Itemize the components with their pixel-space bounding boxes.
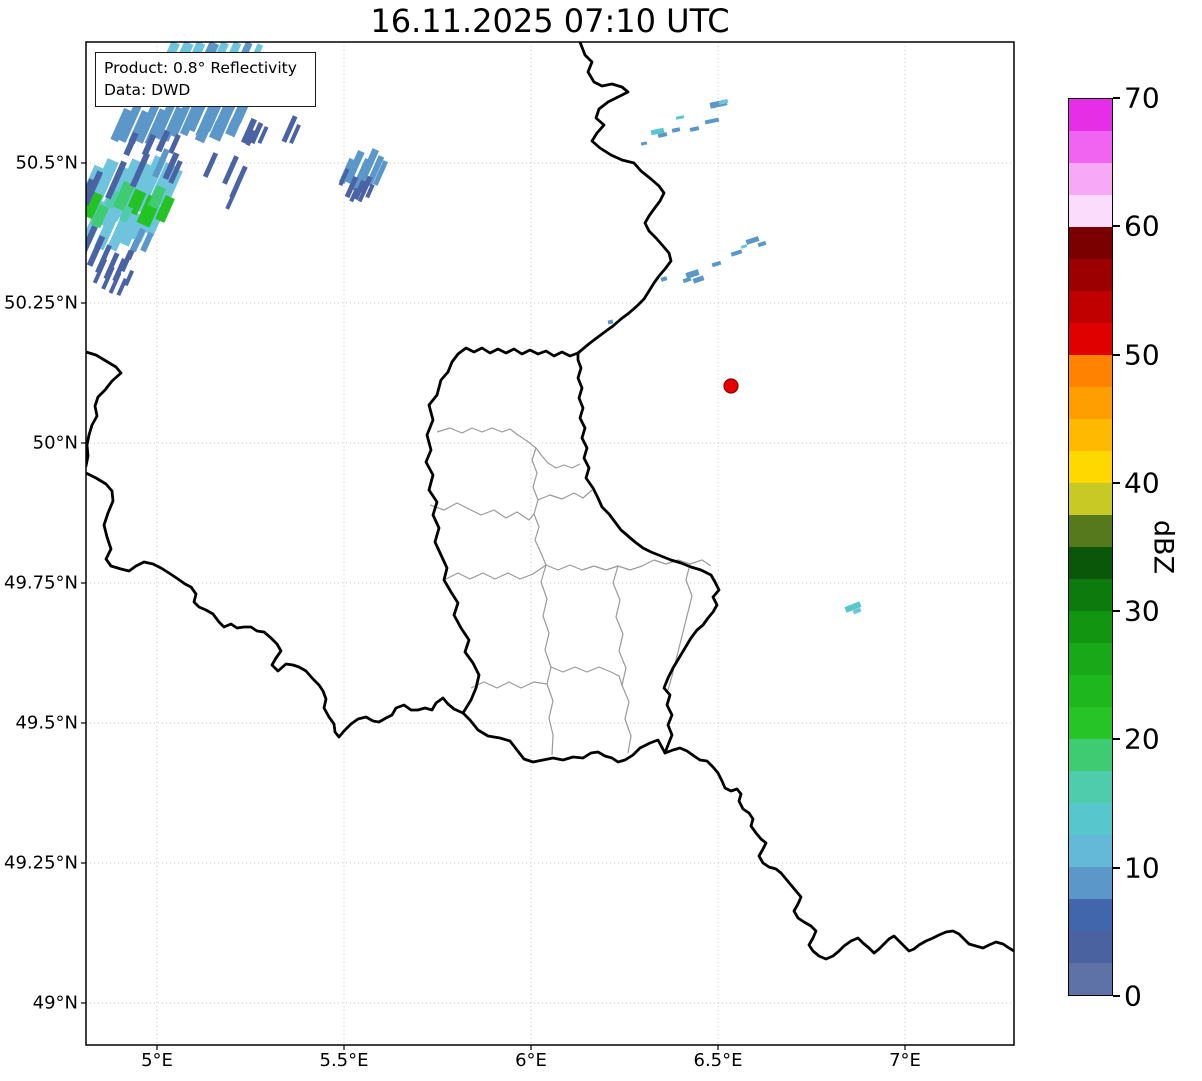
canton-border: [437, 428, 580, 468]
canton-border: [471, 682, 547, 688]
colorbar-segment: [1069, 99, 1112, 131]
weather-radar-figure: { "title": "16.11.2025 07:10 UTC", "lege…: [0, 0, 1202, 1081]
y-tick-label: 49°N: [0, 993, 78, 1014]
radar-site-dot: [724, 379, 738, 393]
country-border: [86, 473, 463, 737]
canton-border: [551, 667, 622, 685]
data-source-label: Data: DWD: [104, 79, 307, 101]
colorbar-tick-mark: [1113, 225, 1120, 227]
colorbar-segment: [1069, 355, 1112, 387]
colorbar-segment: [1069, 451, 1112, 483]
radar-echo: [661, 276, 668, 282]
colorbar-unit-label: dBZ: [1148, 520, 1179, 574]
map-canvas: [0, 0, 1202, 1081]
y-tick-label: 50.5°N: [0, 153, 78, 174]
radar-echo: [741, 244, 748, 249]
x-tick-label: 7°E: [889, 1050, 921, 1071]
canton-border: [541, 565, 553, 755]
colorbar-segment: [1069, 387, 1112, 419]
x-tick-label: 5°E: [141, 1050, 173, 1071]
colorbar-segment: [1069, 611, 1112, 643]
radar-echo: [758, 241, 767, 247]
radar-echo: [731, 249, 743, 256]
colorbar-tick-label: 0: [1124, 980, 1142, 1013]
colorbar-tick-label: 40: [1124, 466, 1160, 499]
colorbar-segment: [1069, 419, 1112, 451]
colorbar-tick-mark: [1113, 354, 1120, 356]
colorbar-tick-label: 10: [1124, 851, 1160, 884]
radar-echo: [746, 236, 760, 245]
map-info-box: Product: 0.8° Reflectivity Data: DWD: [95, 52, 316, 107]
colorbar-segment: [1069, 803, 1112, 835]
colorbar-tick-mark: [1113, 995, 1120, 997]
colorbar-tick-label: 30: [1124, 595, 1160, 628]
colorbar-segment: [1069, 835, 1112, 867]
canton-border: [613, 566, 631, 753]
y-tick-label: 50°N: [0, 433, 78, 454]
colorbar-segment: [1069, 227, 1112, 259]
colorbar-tick-label: 20: [1124, 723, 1160, 756]
y-tick-label: 49.25°N: [0, 853, 78, 874]
colorbar-segment: [1069, 643, 1112, 675]
radar-echo: [203, 152, 218, 178]
colorbar-tick-mark: [1113, 610, 1120, 612]
colorbar-segment: [1069, 963, 1112, 995]
colorbar-tick-label: 70: [1124, 82, 1160, 115]
canton-border: [444, 560, 711, 580]
radar-echo: [222, 155, 239, 184]
colorbar-tick-mark: [1113, 482, 1120, 484]
radar-echo: [641, 141, 647, 145]
map-frame: [86, 42, 1014, 1045]
country-border: [578, 42, 671, 353]
radar-echo: [705, 118, 720, 125]
colorbar-segment: [1069, 547, 1112, 579]
radar-echo: [225, 186, 238, 210]
colorbar-tick-mark: [1113, 867, 1120, 869]
country-border: [426, 348, 719, 762]
colorbar-segment: [1069, 483, 1112, 515]
colorbar-segment: [1069, 675, 1112, 707]
country-border: [86, 352, 121, 466]
colorbar-segment: [1069, 163, 1112, 195]
colorbar-segment: [1069, 291, 1112, 323]
colorbar-segment: [1069, 131, 1112, 163]
x-tick-label: 5.5°E: [320, 1050, 369, 1071]
colorbar-segment: [1069, 323, 1112, 355]
canton-border: [532, 448, 546, 565]
colorbar: [1068, 98, 1113, 996]
colorbar-segment: [1069, 195, 1112, 227]
radar-echo: [690, 126, 700, 132]
product-label: Product: 0.8° Reflectivity: [104, 57, 307, 79]
x-tick-label: 6°E: [515, 1050, 547, 1071]
colorbar-segment: [1069, 771, 1112, 803]
colorbar-tick-label: 60: [1124, 210, 1160, 243]
colorbar-segment: [1069, 707, 1112, 739]
x-tick-label: 6.5°E: [694, 1050, 743, 1071]
canton-border: [538, 490, 592, 500]
colorbar-segment: [1069, 579, 1112, 611]
colorbar-tick-mark: [1113, 97, 1120, 99]
y-tick-label: 49.5°N: [0, 713, 78, 734]
radar-echo: [692, 275, 704, 283]
colorbar-tick-mark: [1113, 738, 1120, 740]
radar-echo: [608, 320, 614, 325]
country-border: [665, 748, 1014, 959]
canton-border: [430, 503, 534, 520]
colorbar-segment: [1069, 259, 1112, 291]
colorbar-segment: [1069, 739, 1112, 771]
y-tick-label: 49.75°N: [0, 573, 78, 594]
radar-echo: [672, 127, 681, 133]
colorbar-segment: [1069, 899, 1112, 931]
colorbar-segment: [1069, 867, 1112, 899]
radar-echo: [676, 115, 684, 120]
colorbar-segment: [1069, 931, 1112, 963]
radar-echo: [124, 270, 134, 286]
y-tick-label: 50.25°N: [0, 293, 78, 314]
colorbar-segment: [1069, 515, 1112, 547]
colorbar-tick-label: 50: [1124, 338, 1160, 371]
radar-echo: [712, 261, 722, 268]
